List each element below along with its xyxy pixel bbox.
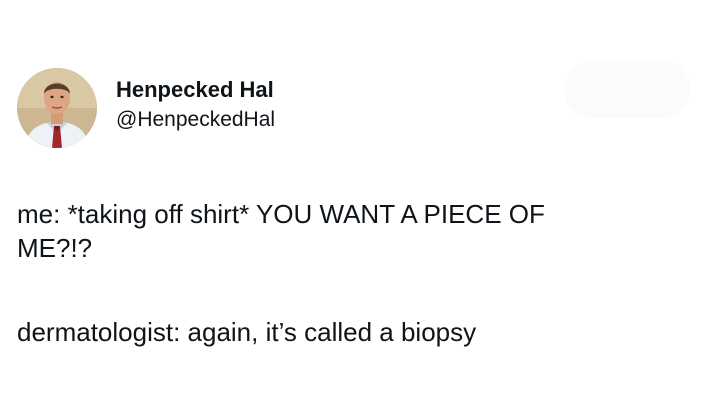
follow-button-placeholder [564, 60, 690, 118]
avatar[interactable] [17, 68, 97, 148]
tweet-card: Henpecked Hal @HenpeckedHal me: *taking … [0, 0, 720, 400]
author-display-name[interactable]: Henpecked Hal [116, 76, 275, 104]
tweet-text-line: me: *taking off shirt* YOU WANT A PIECE … [17, 199, 545, 229]
avatar-image [17, 68, 97, 148]
author-handle[interactable]: @HenpeckedHal [116, 106, 275, 134]
tweet-text: me: *taking off shirt* YOU WANT A PIECE … [17, 197, 657, 349]
tweet-text-line: ME?!? [17, 233, 93, 263]
author-block: Henpecked Hal @HenpeckedHal [116, 76, 275, 134]
tweet-text-line: dermatologist: again, it’s called a biop… [17, 317, 477, 347]
